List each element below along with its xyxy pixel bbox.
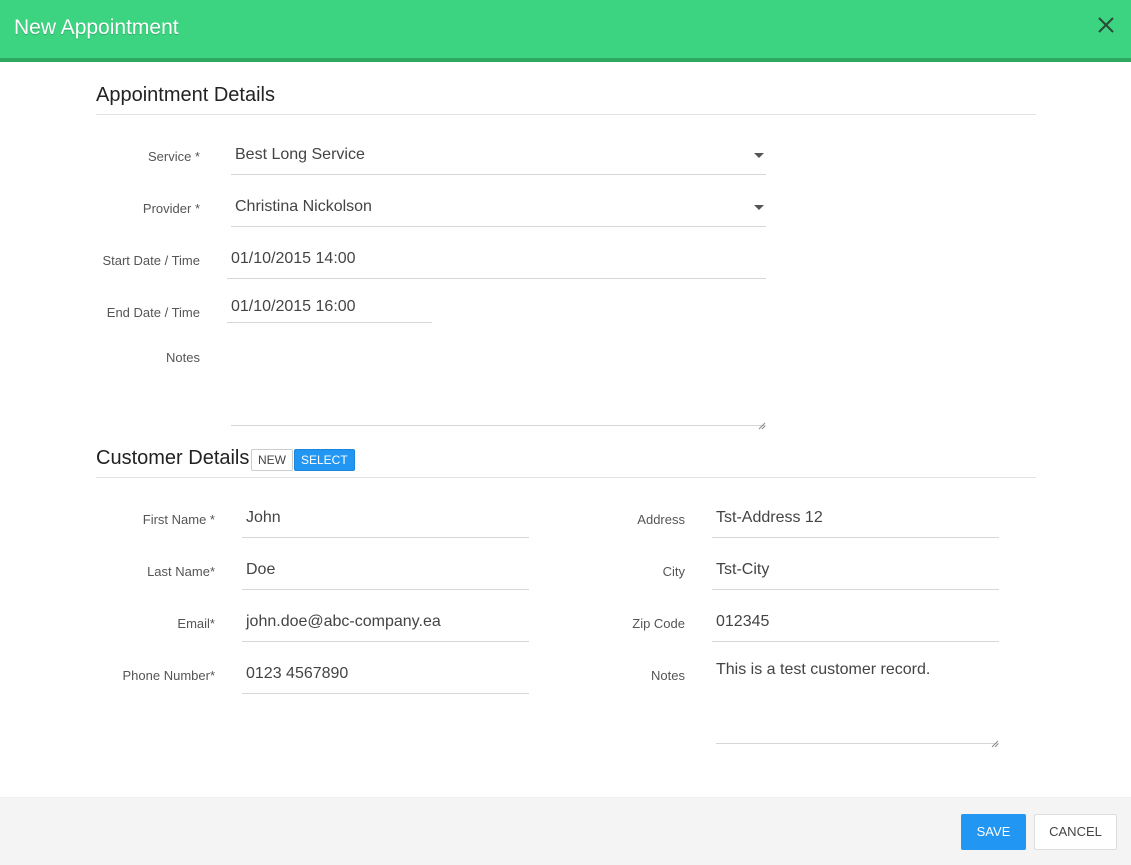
customer-notes-value: This is a test customer record. bbox=[716, 661, 931, 678]
appointment-details-title: Appointment Details bbox=[96, 84, 275, 106]
resize-handle-icon[interactable] bbox=[991, 735, 999, 748]
phone-number-value: 0123 4567890 bbox=[246, 665, 349, 682]
customer-details-title: Customer Details bbox=[96, 447, 250, 469]
end-datetime-label: End Date / Time bbox=[106, 305, 200, 320]
last-name-value: Doe bbox=[246, 561, 276, 578]
email-input[interactable]: john.doe@abc-company.ea bbox=[242, 602, 529, 642]
appointment-notes-textarea[interactable] bbox=[231, 340, 766, 430]
address-value: Tst-Address 12 bbox=[716, 509, 823, 526]
close-icon[interactable] bbox=[1095, 14, 1117, 36]
start-datetime-input[interactable]: 01/10/2015 14:00 bbox=[227, 239, 766, 279]
first-name-input[interactable]: John bbox=[242, 498, 529, 538]
first-name-value: John bbox=[246, 509, 281, 526]
start-datetime-label: Start Date / Time bbox=[102, 253, 200, 268]
save-button[interactable]: SAVE bbox=[961, 814, 1026, 850]
chevron-down-icon bbox=[754, 153, 764, 158]
service-value: Best Long Service bbox=[235, 146, 365, 163]
zip-code-input[interactable]: 012345 bbox=[712, 602, 999, 642]
email-label: Email* bbox=[177, 616, 215, 631]
address-label: Address bbox=[637, 512, 685, 527]
select-customer-button[interactable]: SELECT bbox=[294, 449, 355, 471]
cancel-button[interactable]: CANCEL bbox=[1034, 814, 1117, 850]
provider-select[interactable]: Christina Nickolson bbox=[231, 187, 766, 227]
customer-notes-textarea[interactable]: This is a test customer record. bbox=[716, 661, 999, 748]
last-name-label: Last Name* bbox=[147, 564, 215, 579]
divider bbox=[96, 477, 1036, 478]
end-datetime-value: 01/10/2015 16:00 bbox=[231, 298, 356, 315]
appointment-notes-label: Notes bbox=[166, 350, 200, 365]
modal-header: New Appointment bbox=[0, 0, 1131, 62]
divider bbox=[96, 114, 1036, 115]
zip-code-label: Zip Code bbox=[632, 616, 685, 631]
chevron-down-icon bbox=[754, 205, 764, 210]
new-customer-button[interactable]: NEW bbox=[251, 449, 293, 471]
end-datetime-input[interactable]: 01/10/2015 16:00 bbox=[227, 287, 432, 323]
provider-label: Provider * bbox=[142, 201, 200, 216]
address-input[interactable]: Tst-Address 12 bbox=[712, 498, 999, 538]
start-datetime-value: 01/10/2015 14:00 bbox=[231, 250, 356, 267]
city-value: Tst-City bbox=[716, 561, 770, 578]
service-label: Service * bbox=[147, 149, 200, 164]
provider-value: Christina Nickolson bbox=[235, 198, 372, 215]
resize-handle-icon[interactable] bbox=[758, 417, 766, 430]
service-select[interactable]: Best Long Service bbox=[231, 135, 766, 175]
customer-notes-label: Notes bbox=[651, 668, 685, 683]
email-value: john.doe@abc-company.ea bbox=[246, 613, 441, 630]
last-name-input[interactable]: Doe bbox=[242, 550, 529, 590]
new-appointment-modal: New Appointment Appointment Details Serv… bbox=[0, 0, 1131, 865]
phone-number-label: Phone Number* bbox=[122, 668, 216, 683]
zip-code-value: 012345 bbox=[716, 613, 770, 630]
modal-footer: SAVE CANCEL bbox=[0, 797, 1131, 865]
first-name-label: First Name * bbox=[142, 512, 215, 527]
phone-number-input[interactable]: 0123 4567890 bbox=[242, 654, 529, 694]
modal-title: New Appointment bbox=[14, 16, 179, 39]
city-label: City bbox=[662, 564, 685, 579]
city-input[interactable]: Tst-City bbox=[712, 550, 999, 590]
